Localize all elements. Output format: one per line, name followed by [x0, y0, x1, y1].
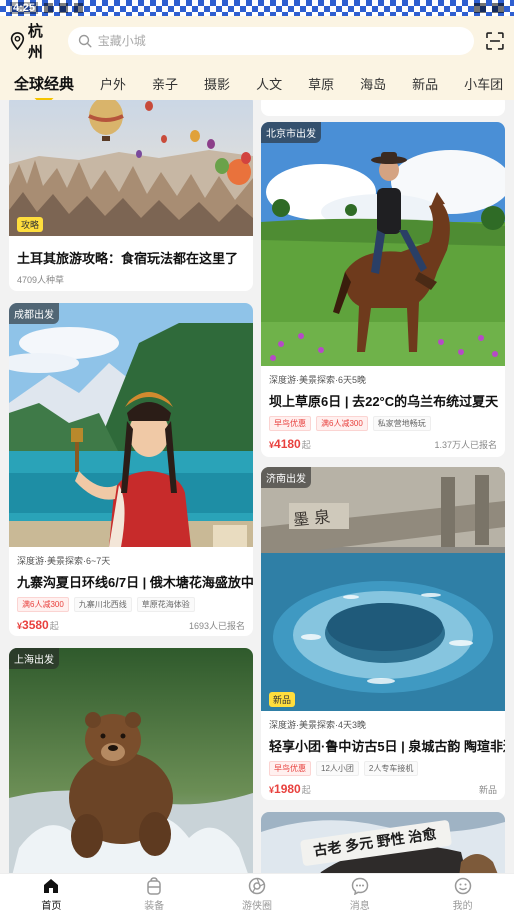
feed-card-previous[interactable]	[261, 100, 505, 116]
search-input[interactable]	[97, 34, 438, 48]
city-selector[interactable]: 杭州	[10, 20, 58, 62]
promo-chip: 早鸟优惠	[269, 761, 311, 776]
card-meta: 深度游·美景探索·6~7天	[17, 556, 111, 566]
svg-text:墨 泉: 墨 泉	[292, 507, 331, 530]
feed-card-turkey-guide[interactable]: 攻略 土耳其旅游攻略：食宿玩法都在这里了 4709人种草	[9, 100, 253, 291]
promo-chip: 早鸟优惠	[269, 416, 311, 431]
feature-chip: 2人专车接机	[363, 761, 419, 776]
card-likes: 4709人种草	[17, 275, 65, 285]
nav-profile[interactable]: 我的	[411, 874, 514, 915]
card-image-cappadocia: 攻略	[9, 100, 253, 236]
tab-culture[interactable]: 人文	[250, 74, 288, 93]
card-image-horse-rider: 北京市出发	[261, 122, 505, 366]
card-image-bear: 上海出发	[9, 648, 253, 873]
nav-messages[interactable]: 消息	[308, 874, 411, 915]
header: 杭州	[0, 16, 514, 66]
card-price: ¥1980起	[269, 782, 311, 796]
card-price: ¥3580起	[17, 618, 59, 632]
bottom-nav: 首页 装备 游侠圈 消息 我的	[0, 873, 514, 915]
category-tabs: 全球经典 户外 亲子 摄影 人文 草原 海岛 新品 小车团	[0, 66, 514, 108]
nav-home[interactable]: 首页	[0, 874, 103, 915]
card-meta: 深度游·美景探索·6天5晚	[269, 375, 367, 385]
location-pin-icon	[10, 32, 25, 50]
card-image-spring-fountain: 墨 泉 济南出发 新品	[261, 467, 505, 711]
message-icon	[351, 877, 369, 895]
status-time: 4:25	[10, 2, 39, 14]
card-title: 轻享小团·鲁中访古5日 | 泉城古韵 陶瑄非遗	[269, 739, 505, 754]
tab-grassland[interactable]: 草原	[302, 74, 340, 93]
feature-chip: 私家营地畅玩	[372, 416, 431, 431]
status-bar: 4:25	[0, 0, 514, 16]
departure-badge: 上海出发	[9, 648, 59, 669]
card-title: 九寨沟夏日环线6/7日 | 俄木塘花海盛放中	[17, 575, 253, 590]
tab-island[interactable]: 海岛	[354, 74, 392, 93]
battery-icon	[492, 3, 504, 13]
signup-count: 1693人已报名	[188, 621, 245, 631]
tab-outdoor[interactable]: 户外	[94, 74, 132, 93]
feature-chip: 九寨川北西线	[73, 597, 132, 612]
city-name: 杭州	[27, 23, 43, 61]
departure-badge: 济南出发	[261, 467, 311, 488]
tab-small-group[interactable]: 小车团	[458, 74, 509, 93]
signup-count: 1.37万人已报名	[434, 440, 497, 450]
feature-chip: 12人小团	[316, 761, 359, 776]
scan-icon[interactable]	[486, 32, 504, 50]
new-label: 新品	[478, 785, 497, 795]
nav-community[interactable]: 游侠圈	[206, 874, 309, 915]
wifi-icon	[474, 3, 486, 13]
card-title: 坝上草原6日 | 去22°C的乌兰布统过夏天	[269, 394, 499, 409]
feed-card-jinan[interactable]: 墨 泉 济南出发 新品 深度游·美景探索·4天3晚 轻享小团·鲁中访古5日 | …	[261, 467, 505, 800]
download-icon	[44, 3, 54, 13]
feed-card-bear[interactable]: 上海出发	[9, 648, 253, 873]
card-price: ¥4180起	[269, 437, 311, 451]
tab-family[interactable]: 亲子	[146, 74, 184, 93]
feed-card-jiuzhaigou[interactable]: 成都出发 深度游·美景探索·6~7天 九寨沟夏日环线6/7日 | 俄木塘花海盛放…	[9, 303, 253, 636]
feature-chip: 草原花海体验	[136, 597, 195, 612]
search-icon	[78, 34, 92, 48]
camera-lens-icon	[248, 877, 266, 895]
download-icon	[59, 3, 69, 13]
notification-icon	[74, 3, 84, 13]
departure-badge: 北京市出发	[261, 122, 321, 143]
home-icon	[44, 879, 59, 893]
card-image-lake-girl: 成都出发	[9, 303, 253, 547]
feed-card-bashang[interactable]: 北京市出发 深度游·美景探索·6天5晚 坝上草原6日 | 去22°C的乌兰布统过…	[261, 122, 505, 457]
tab-photography[interactable]: 摄影	[198, 74, 236, 93]
promo-chip: 满6人减300	[17, 597, 69, 612]
departure-badge: 成都出发	[9, 303, 59, 324]
smile-icon	[454, 877, 471, 895]
nav-gear[interactable]: 装备	[103, 874, 206, 915]
card-image-banner: 古老 多元 野性 治愈	[261, 812, 505, 873]
backpack-icon	[147, 877, 161, 895]
card-title: 土耳其旅游攻略：食宿玩法都在这里了	[17, 251, 239, 266]
promo-chip: 满6人减300	[316, 416, 368, 431]
search-bar[interactable]	[67, 27, 475, 55]
feed-card-banner[interactable]: 古老 多元 野性 治愈	[261, 812, 505, 873]
card-meta: 深度游·美景探索·4天3晚	[269, 720, 367, 730]
tab-global-classic[interactable]: 全球经典	[8, 73, 80, 108]
tab-new[interactable]: 新品	[406, 74, 444, 93]
tag-guide: 攻略	[17, 217, 44, 232]
feed: 攻略 土耳其旅游攻略：食宿玩法都在这里了 4709人种草 成都出发 深度游·美景…	[0, 100, 514, 873]
tag-new: 新品	[269, 692, 296, 707]
